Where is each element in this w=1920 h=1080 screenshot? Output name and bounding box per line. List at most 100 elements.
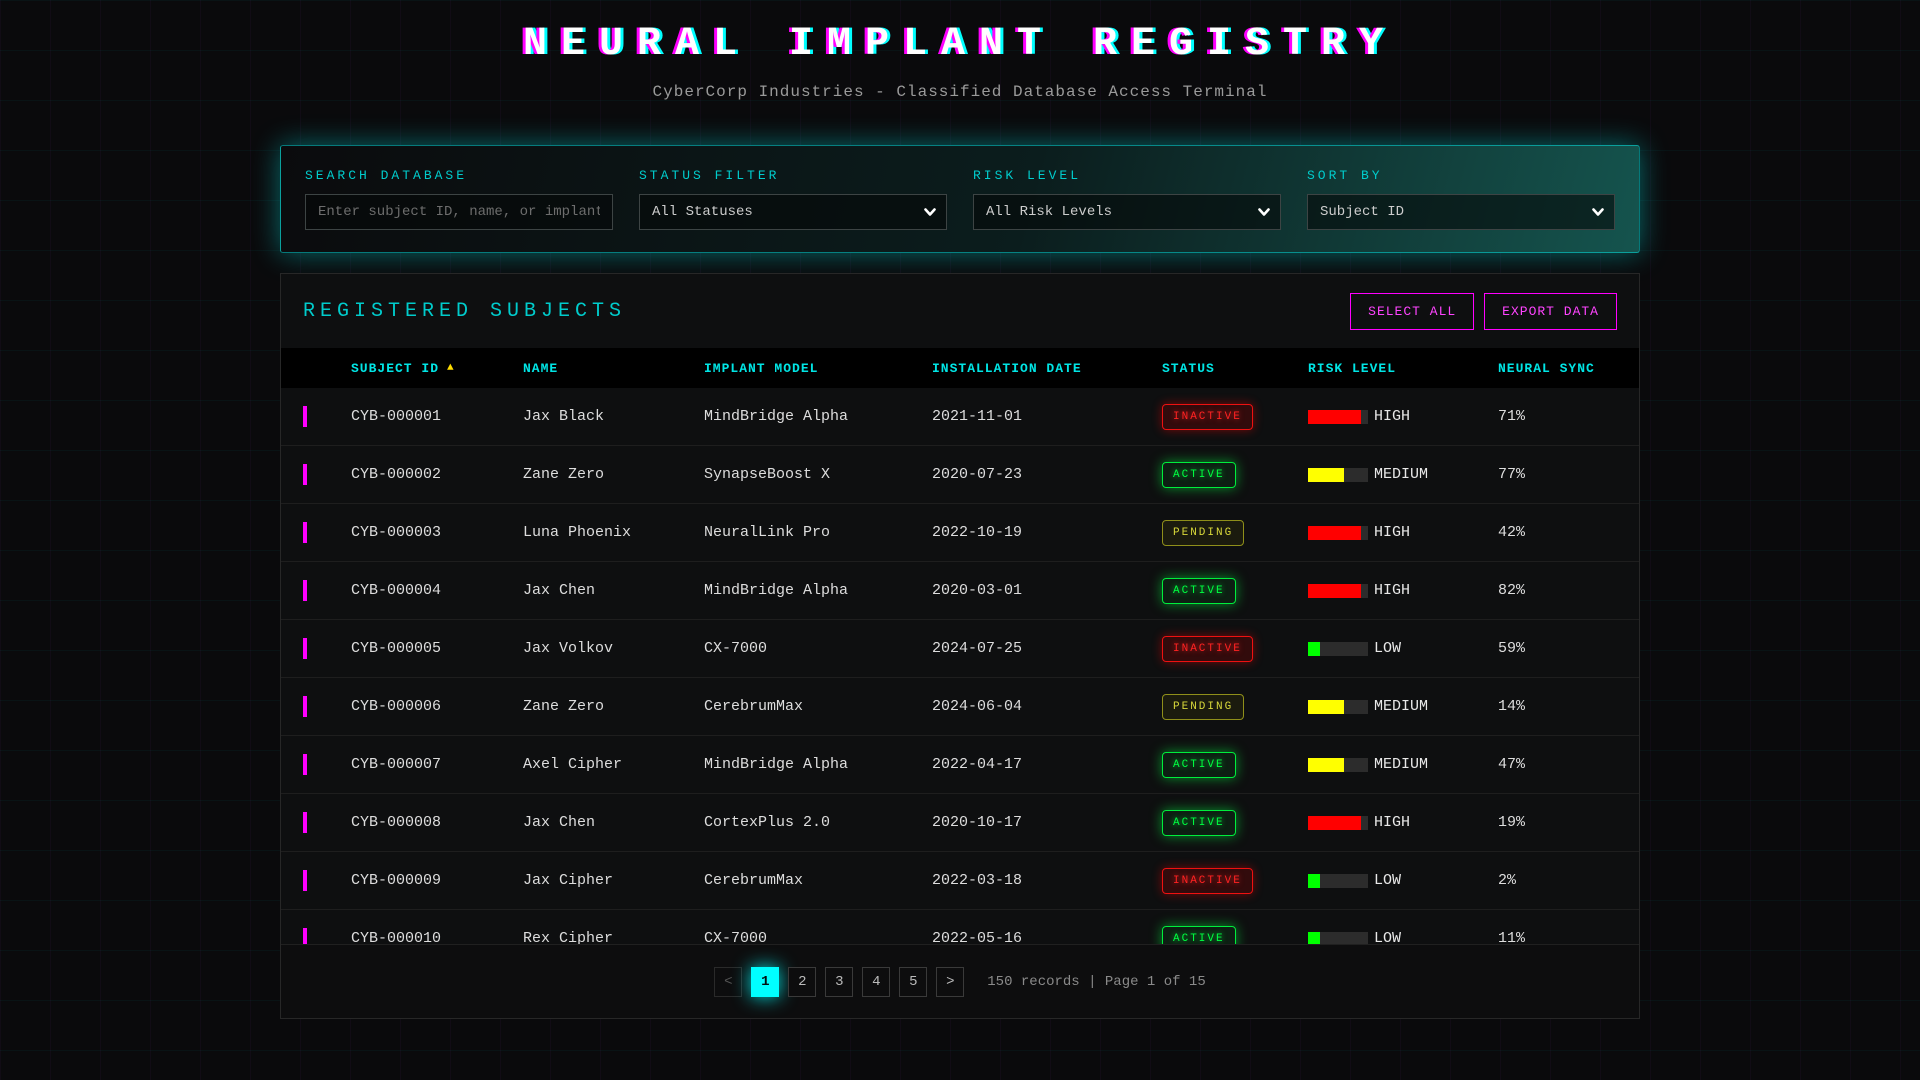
risk-bar-track	[1308, 584, 1368, 598]
status-badge: INACTIVE	[1162, 404, 1253, 430]
name-cell: Zane Zero	[523, 466, 704, 483]
page-button-5[interactable]: 5	[899, 967, 927, 997]
installation-date-cell: 2022-04-17	[932, 756, 1162, 773]
table-row: CYB-000003 Luna Phoenix NeuralLink Pro 2…	[281, 504, 1639, 562]
neural-sync-cell: 14%	[1498, 698, 1617, 715]
row-checkbox[interactable]	[303, 522, 307, 543]
table-row: CYB-000007 Axel Cipher MindBridge Alpha …	[281, 736, 1639, 794]
risk-bar-fill	[1308, 874, 1320, 888]
table-row: CYB-000008 Jax Chen CortexPlus 2.0 2020-…	[281, 794, 1639, 852]
panel-actions: SELECT ALL EXPORT DATA	[1350, 293, 1617, 330]
page-button-4[interactable]: 4	[862, 967, 890, 997]
table-header-row: SUBJECT ID ▲ NAME IMPLANT MODEL INSTALLA…	[281, 348, 1639, 388]
next-page-button[interactable]: >	[936, 967, 964, 997]
risk-level-cell: HIGH	[1308, 524, 1498, 541]
implant-model-cell: SynapseBoost X	[704, 466, 932, 483]
subject-id-cell: CYB-000003	[351, 524, 523, 541]
risk-bar-fill	[1308, 758, 1344, 772]
row-checkbox[interactable]	[303, 638, 307, 659]
row-checkbox[interactable]	[303, 696, 307, 717]
risk-level-cell: HIGH	[1308, 814, 1498, 831]
table-row: CYB-000004 Jax Chen MindBridge Alpha 202…	[281, 562, 1639, 620]
risk-level-label: LOW	[1374, 640, 1401, 657]
risk-level-label: HIGH	[1374, 524, 1410, 541]
search-input[interactable]	[305, 194, 613, 230]
implant-model-cell: MindBridge Alpha	[704, 756, 932, 773]
status-badge: INACTIVE	[1162, 868, 1253, 894]
implant-model-cell: MindBridge Alpha	[704, 408, 932, 425]
installation-date-cell: 2020-10-17	[932, 814, 1162, 831]
sort-by-group: SORT BY Subject ID	[1307, 168, 1615, 230]
implant-model-cell: MindBridge Alpha	[704, 582, 932, 599]
status-badge: INACTIVE	[1162, 636, 1253, 662]
subject-id-cell: CYB-000004	[351, 582, 523, 599]
column-label: SUBJECT ID	[351, 361, 439, 376]
export-data-button[interactable]: EXPORT DATA	[1484, 293, 1617, 330]
page-button-3[interactable]: 3	[825, 967, 853, 997]
column-header-name[interactable]: NAME	[523, 361, 704, 376]
status-badge: ACTIVE	[1162, 810, 1236, 836]
neural-sync-cell: 82%	[1498, 582, 1617, 599]
column-label: STATUS	[1162, 361, 1215, 376]
implant-model-cell: CerebrumMax	[704, 872, 932, 889]
risk-filter-select[interactable]: All Risk Levels	[973, 194, 1281, 230]
neural-sync-cell: 47%	[1498, 756, 1617, 773]
risk-level-label: MEDIUM	[1374, 756, 1428, 773]
column-header-installation-date[interactable]: INSTALLATION DATE	[932, 361, 1162, 376]
installation-date-cell: 2022-10-19	[932, 524, 1162, 541]
pagination-bar: < 12345 > 150 records | Page 1 of 15	[281, 944, 1639, 1018]
row-checkbox[interactable]	[303, 406, 307, 427]
previous-page-button[interactable]: <	[714, 967, 742, 997]
status-filter-select[interactable]: All Statuses	[639, 194, 947, 230]
name-cell: Luna Phoenix	[523, 524, 704, 541]
risk-bar-track	[1308, 642, 1368, 656]
column-label: IMPLANT MODEL	[704, 361, 818, 376]
row-checkbox[interactable]	[303, 812, 307, 833]
name-cell: Zane Zero	[523, 698, 704, 715]
column-label: RISK LEVEL	[1308, 361, 1396, 376]
status-filter-label: STATUS FILTER	[639, 168, 947, 183]
column-header-risk-level[interactable]: RISK LEVEL	[1308, 361, 1498, 376]
risk-bar-track	[1308, 468, 1368, 482]
neural-sync-cell: 77%	[1498, 466, 1617, 483]
select-all-button[interactable]: SELECT ALL	[1350, 293, 1474, 330]
risk-bar-fill	[1308, 816, 1361, 830]
row-checkbox[interactable]	[303, 754, 307, 775]
subjects-title: REGISTERED SUBJECTS	[303, 300, 626, 323]
column-header-neural-sync[interactable]: NEURAL SYNC	[1498, 361, 1617, 376]
status-badge: ACTIVE	[1162, 578, 1236, 604]
risk-level-label: HIGH	[1374, 814, 1410, 831]
installation-date-cell: 2022-03-18	[932, 872, 1162, 889]
column-label: NAME	[523, 361, 558, 376]
row-checkbox[interactable]	[303, 464, 307, 485]
status-badge: PENDING	[1162, 520, 1244, 546]
neural-sync-cell: 59%	[1498, 640, 1617, 657]
row-checkbox[interactable]	[303, 870, 307, 891]
column-header-status[interactable]: STATUS	[1162, 361, 1308, 376]
column-header-implant-model[interactable]: IMPLANT MODEL	[704, 361, 932, 376]
installation-date-cell: 2024-06-04	[932, 698, 1162, 715]
risk-bar-track	[1308, 526, 1368, 540]
subject-id-cell: CYB-000007	[351, 756, 523, 773]
status-badge: ACTIVE	[1162, 752, 1236, 778]
implant-model-cell: CerebrumMax	[704, 698, 932, 715]
risk-level-cell: HIGH	[1308, 408, 1498, 425]
search-group: SEARCH DATABASE	[305, 168, 613, 230]
risk-level-cell: HIGH	[1308, 582, 1498, 599]
page-button-1[interactable]: 1	[751, 967, 779, 997]
column-header-subject-id[interactable]: SUBJECT ID ▲	[351, 361, 523, 376]
subject-id-cell: CYB-000008	[351, 814, 523, 831]
risk-filter-label: RISK LEVEL	[973, 168, 1281, 183]
risk-level-cell: LOW	[1308, 640, 1498, 657]
filter-panel: SEARCH DATABASE STATUS FILTER All Status…	[280, 145, 1640, 253]
neural-sync-cell: 42%	[1498, 524, 1617, 541]
page-button-2[interactable]: 2	[788, 967, 816, 997]
neural-sync-cell: 19%	[1498, 814, 1617, 831]
status-badge: PENDING	[1162, 694, 1244, 720]
status-badge: ACTIVE	[1162, 462, 1236, 488]
sort-by-select[interactable]: Subject ID	[1307, 194, 1615, 230]
subject-id-cell: CYB-000005	[351, 640, 523, 657]
risk-bar-fill	[1308, 584, 1361, 598]
row-checkbox[interactable]	[303, 580, 307, 601]
neural-sync-cell: 2%	[1498, 872, 1617, 889]
